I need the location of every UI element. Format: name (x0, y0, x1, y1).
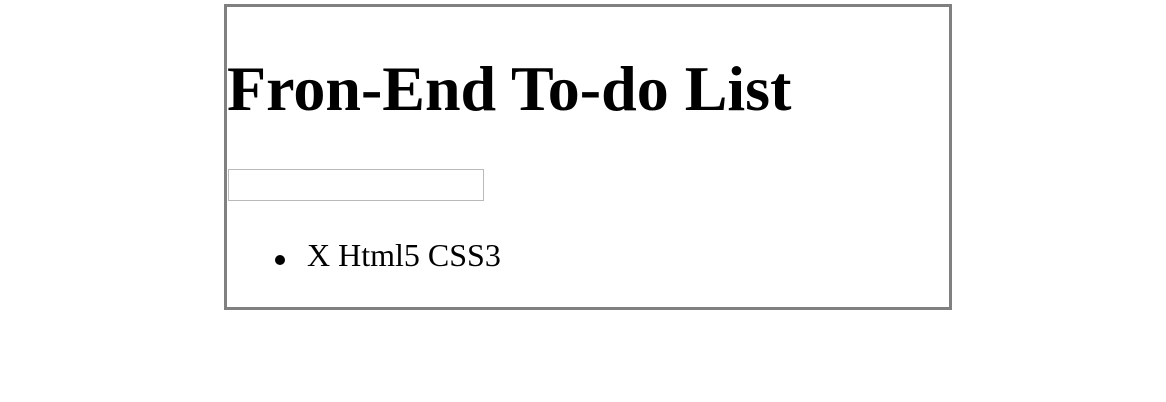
todo-item-content: X Html5 CSS3 (307, 235, 501, 275)
todo-app-container: Fron-End To-do List X Html5 CSS3 (224, 4, 952, 310)
todo-item-text: Html5 CSS3 (338, 237, 501, 273)
page-title: Fron-End To-do List (227, 53, 792, 124)
todo-input[interactable] (228, 169, 484, 201)
delete-button[interactable]: X (307, 237, 330, 273)
bullet-icon (275, 255, 285, 265)
